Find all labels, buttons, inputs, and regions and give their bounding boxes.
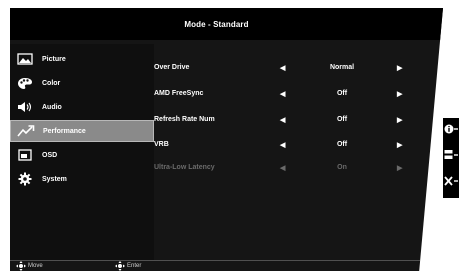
arrow-left-icon: ◀ [280, 165, 286, 172]
close-icon [444, 174, 458, 192]
setting-label: Over Drive [154, 64, 190, 71]
footer-hints: Move Enter [10, 261, 443, 271]
setting-value: On [337, 164, 347, 171]
sidebar-item-color[interactable]: Color [10, 72, 154, 94]
trend-icon [17, 124, 35, 138]
setting-row-amd-freesync[interactable]: AMD FreeSync ◀ Off ▶ [154, 86, 434, 104]
sidebar-item-picture[interactable]: Picture [10, 48, 154, 70]
arrow-right-icon[interactable]: ▶ [397, 90, 402, 98]
setting-value: Off [336, 90, 348, 97]
mode-title: Mode - Standard [184, 19, 249, 29]
gear-icon [16, 172, 34, 186]
arrow-right-icon[interactable]: ▶ [397, 116, 402, 124]
setting-value: Normal [329, 64, 355, 71]
sidebar: Picture Color Audio Performance OSD Syst… [10, 44, 154, 261]
sidebar-item-audio[interactable]: Audio [10, 96, 154, 118]
move-hint: Move [16, 261, 43, 271]
arrow-right-icon: ▶ [397, 165, 403, 172]
osd-menu: Mode - Standard Picture Color Audio Perf… [10, 8, 443, 271]
setting-label: Refresh Rate Num [154, 116, 215, 123]
setting-label: Ultra-Low Latency [154, 164, 215, 171]
sidebar-item-label: Performance [43, 127, 86, 135]
setting-row-ultra-low-latency: Ultra-Low Latency ◀ On ▶ [154, 160, 434, 178]
arrow-left-icon[interactable]: ◀ [280, 116, 285, 124]
setting-row-vrb[interactable]: VRB ◀ Off ▶ [154, 137, 434, 155]
exit-button[interactable] [443, 174, 459, 192]
dpad-enter-icon [115, 261, 127, 271]
sidebar-item-system[interactable]: System [10, 168, 154, 190]
dpad-move-icon [16, 261, 28, 271]
sidebar-item-osd[interactable]: OSD [10, 144, 154, 166]
sidebar-item-label: Audio [42, 103, 62, 111]
arrow-left-icon[interactable]: ◀ [280, 64, 285, 72]
setting-label: AMD FreeSync [154, 90, 204, 97]
setting-row-over-drive[interactable]: Over Drive ◀ Normal ▶ [154, 60, 434, 78]
palette-icon [16, 76, 34, 90]
setting-row-refresh-rate-num[interactable]: Refresh Rate Num ◀ Off ▶ [154, 112, 434, 130]
sidebar-item-label: Picture [42, 55, 66, 63]
arrow-left-icon[interactable]: ◀ [280, 141, 285, 149]
speaker-icon [16, 100, 34, 114]
arrow-right-icon[interactable]: ▶ [397, 141, 402, 149]
sidebar-item-label: Color [42, 79, 61, 87]
setting-value: Off [336, 141, 348, 148]
picture-icon [16, 52, 34, 66]
enter-label: Enter [127, 263, 142, 269]
hotkey-strip [443, 118, 459, 198]
setting-value: Off [336, 116, 348, 123]
sidebar-item-performance[interactable]: Performance [10, 120, 154, 142]
info-button[interactable] [443, 122, 459, 140]
menu-icon [444, 148, 458, 166]
osd-icon [16, 148, 34, 162]
sidebar-item-label: System [42, 175, 67, 183]
arrow-left-icon[interactable]: ◀ [280, 90, 285, 98]
menu-button[interactable] [443, 148, 459, 166]
arrow-right-icon[interactable]: ▶ [397, 64, 402, 72]
move-label: Move [28, 263, 43, 269]
info-icon [444, 122, 458, 140]
sidebar-item-label: OSD [42, 151, 58, 159]
osd-header: Mode - Standard [10, 8, 443, 40]
enter-hint: Enter [115, 261, 141, 271]
setting-label: VRB [154, 141, 169, 148]
settings-panel: Over Drive ◀ Normal ▶ AMD FreeSync ◀ Off… [154, 44, 434, 261]
